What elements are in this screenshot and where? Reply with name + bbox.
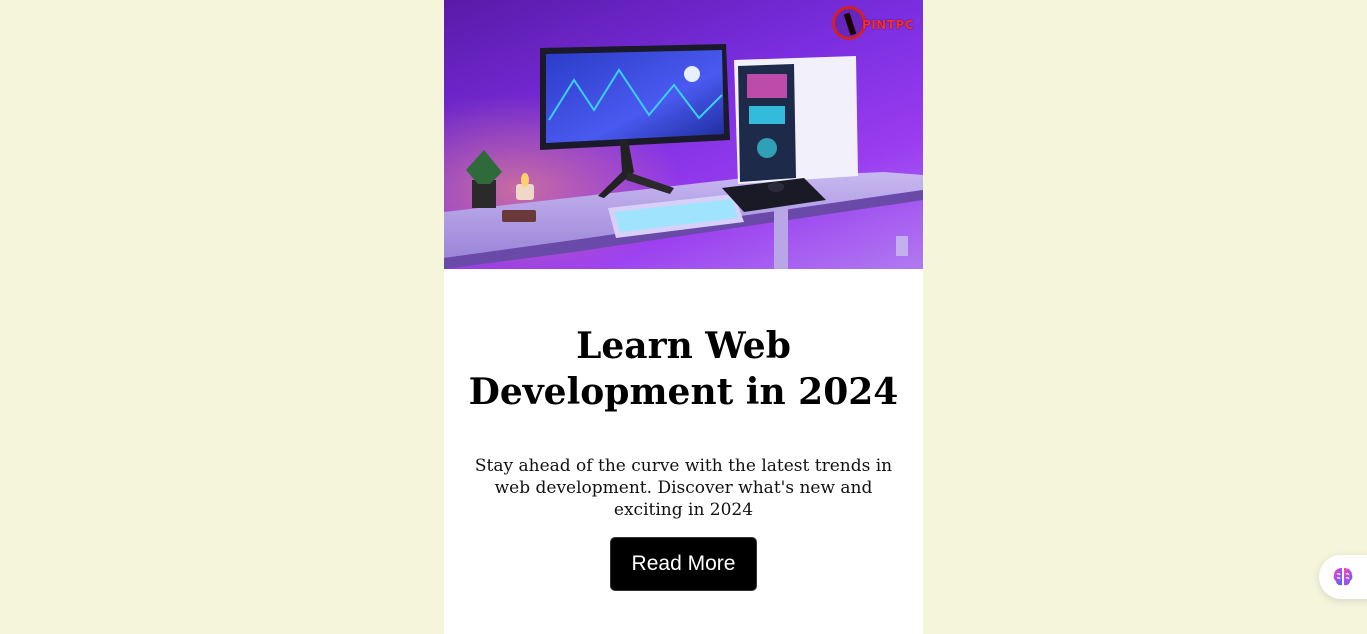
- article-card: PINTPC Learn Web Development in 2024 Sta…: [444, 0, 923, 634]
- brain-icon: [1333, 568, 1353, 586]
- article-description: Stay ahead of the curve with the latest …: [474, 456, 893, 520]
- read-more-button[interactable]: Read More: [610, 537, 757, 591]
- article-title: Learn Web Development in 2024: [468, 325, 899, 413]
- hero-image: PINTPC: [444, 0, 923, 269]
- floating-assistant-button[interactable]: [1319, 555, 1367, 599]
- logo-wordmark: PINTPC: [862, 18, 915, 32]
- brand-logo: PINTPC: [832, 6, 920, 46]
- logo-ring-icon: [832, 6, 866, 40]
